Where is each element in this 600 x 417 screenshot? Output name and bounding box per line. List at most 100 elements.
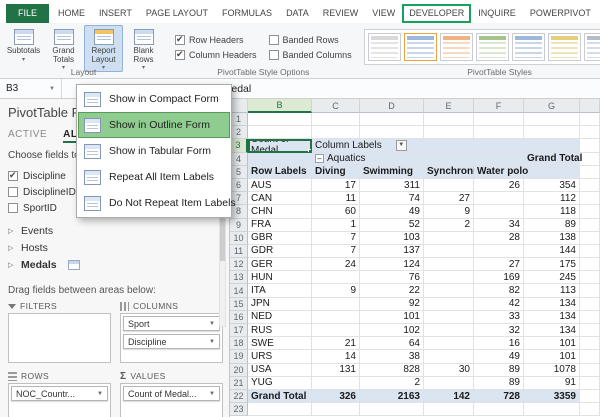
cell-H9[interactable] — [580, 218, 600, 232]
cell-D13[interactable]: 76 — [360, 271, 424, 285]
grand-totals-button[interactable]: Grand Totals ▾ — [44, 25, 83, 72]
row-header-13[interactable]: 13 — [230, 271, 248, 285]
cell-E2[interactable] — [424, 126, 474, 140]
cell-E23[interactable] — [424, 403, 474, 417]
cell-G21[interactable]: 91 — [524, 376, 580, 390]
menu-item-repeat-all-item-labels[interactable]: Repeat All Item Labels — [78, 164, 230, 190]
cell-D6[interactable]: 311 — [360, 178, 424, 193]
cell-E5[interactable]: Synchronized S. — [424, 165, 505, 179]
cell-E3[interactable] — [424, 139, 474, 153]
cell-G13[interactable]: 245 — [524, 271, 580, 285]
blank-rows-button[interactable]: Blank Rows ▾ — [124, 25, 163, 72]
cell-B5[interactable]: Row Labels — [248, 165, 312, 179]
cell-B21[interactable]: YUG — [248, 376, 312, 390]
row-header-2[interactable]: 2 — [230, 126, 248, 140]
checkbox-icon[interactable] — [268, 34, 279, 45]
cell-B12[interactable]: GER — [248, 258, 312, 272]
cell-F7[interactable] — [474, 192, 524, 206]
cell-E6[interactable] — [424, 178, 474, 193]
cell-H18[interactable] — [580, 337, 600, 351]
cell-F17[interactable]: 32 — [474, 324, 524, 338]
field-pill-discipline[interactable]: Discipline ▼ — [123, 334, 220, 349]
cell-D7[interactable]: 74 — [360, 192, 424, 206]
cell-G7[interactable]: 112 — [524, 192, 580, 206]
expand-arrow-icon[interactable]: ▷ — [8, 261, 16, 269]
cell-H22[interactable] — [580, 389, 600, 404]
cell-D5[interactable]: Swimming — [360, 165, 424, 179]
field-checkbox-icon[interactable] — [8, 203, 18, 213]
cell-F9[interactable]: 34 — [474, 218, 524, 232]
row-header-9[interactable]: 9 — [230, 218, 248, 232]
cell-E13[interactable] — [424, 271, 474, 285]
cell-F12[interactable]: 27 — [474, 258, 524, 272]
table-item-hosts[interactable]: ▷ Hosts — [8, 239, 229, 256]
cell-B1[interactable] — [248, 113, 312, 127]
cell-E15[interactable] — [424, 297, 474, 311]
menu-item-show-in-outline-form[interactable]: Show in Outline Form — [78, 112, 230, 138]
row-header-15[interactable]: 15 — [230, 297, 248, 311]
collapse-button-icon[interactable]: – — [315, 154, 324, 164]
cell-E19[interactable] — [424, 350, 474, 364]
ribbon-tab-formulas[interactable]: FORMULAS — [215, 4, 279, 23]
cell-C10[interactable]: 7 — [312, 231, 360, 245]
cell-C19[interactable]: 14 — [312, 350, 360, 364]
cell-E22[interactable]: 142 — [424, 389, 474, 404]
cell-F10[interactable]: 28 — [474, 231, 524, 245]
cell-E7[interactable]: 27 — [424, 192, 474, 206]
pill-caret-icon[interactable]: ▼ — [209, 339, 215, 345]
column-header-C[interactable]: C — [312, 99, 360, 113]
cell-E14[interactable] — [424, 284, 474, 298]
expand-arrow-icon[interactable]: ▷ — [8, 227, 16, 235]
cell-G1[interactable] — [524, 113, 580, 127]
cell-C23[interactable] — [312, 403, 360, 417]
cell-G23[interactable] — [524, 403, 580, 417]
cell-E9[interactable]: 2 — [424, 218, 474, 232]
cell-C20[interactable]: 131 — [312, 363, 360, 377]
columns-box[interactable]: Sport ▼ Discipline ▼ — [120, 313, 223, 363]
cell-G17[interactable]: 134 — [524, 324, 580, 338]
cell-B8[interactable]: CHN — [248, 205, 312, 219]
cell-E16[interactable] — [424, 310, 474, 324]
cell-B22[interactable]: Grand Total — [248, 389, 312, 404]
cell-G14[interactable]: 113 — [524, 284, 580, 298]
cell-H11[interactable] — [580, 244, 600, 259]
cell-H6[interactable] — [580, 178, 600, 193]
cell-E8[interactable]: 9 — [424, 205, 474, 219]
row-header-1[interactable]: 1 — [230, 113, 248, 127]
cell-H15[interactable] — [580, 297, 600, 311]
cell-H2[interactable] — [580, 126, 600, 140]
cell-B20[interactable]: USA — [248, 363, 312, 377]
checkbox-icon[interactable] — [268, 49, 279, 60]
cell-D17[interactable]: 102 — [360, 324, 424, 338]
cell-C2[interactable] — [312, 126, 360, 140]
field-pill-count-of-medal-[interactable]: Count of Medal... ▼ — [123, 386, 220, 401]
cell-H3[interactable] — [580, 139, 600, 153]
ribbon-tab-inquire[interactable]: INQUIRE — [471, 4, 523, 23]
cell-G5[interactable] — [524, 165, 580, 179]
row-header-16[interactable]: 16 — [230, 310, 248, 324]
column-header-partial[interactable] — [580, 99, 600, 113]
cell-B17[interactable]: RUS — [248, 324, 312, 338]
cell-B10[interactable]: GBR — [248, 231, 312, 245]
cell-E20[interactable]: 30 — [424, 363, 474, 377]
column-header-D[interactable]: D — [360, 99, 424, 113]
field-pill-sport[interactable]: Sport ▼ — [123, 316, 220, 331]
ribbon-tab-page-layout[interactable]: PAGE LAYOUT — [139, 4, 215, 23]
expand-arrow-icon[interactable]: ▷ — [8, 244, 16, 252]
row-header-3[interactable]: 3 — [230, 139, 248, 153]
cell-E12[interactable] — [424, 258, 474, 272]
menu-item-do-not-repeat-item-labels[interactable]: Do Not Repeat Item Labels — [78, 190, 236, 216]
cell-C22[interactable]: 326 — [312, 389, 360, 404]
filters-box[interactable] — [8, 313, 111, 363]
ribbon-tab-developer[interactable]: DEVELOPER — [402, 4, 472, 23]
cell-B2[interactable] — [248, 126, 312, 140]
cell-G19[interactable]: 101 — [524, 350, 580, 364]
cell-G6[interactable]: 354 — [524, 178, 580, 193]
cell-C16[interactable] — [312, 310, 360, 324]
row-header-18[interactable]: 18 — [230, 337, 248, 351]
cell-G12[interactable]: 175 — [524, 258, 580, 272]
table-item-medals[interactable]: ▷ Medals — [8, 256, 229, 273]
cell-C15[interactable] — [312, 297, 360, 311]
cell-F15[interactable]: 42 — [474, 297, 524, 311]
pivot-style-thumbnail[interactable] — [583, 33, 600, 61]
